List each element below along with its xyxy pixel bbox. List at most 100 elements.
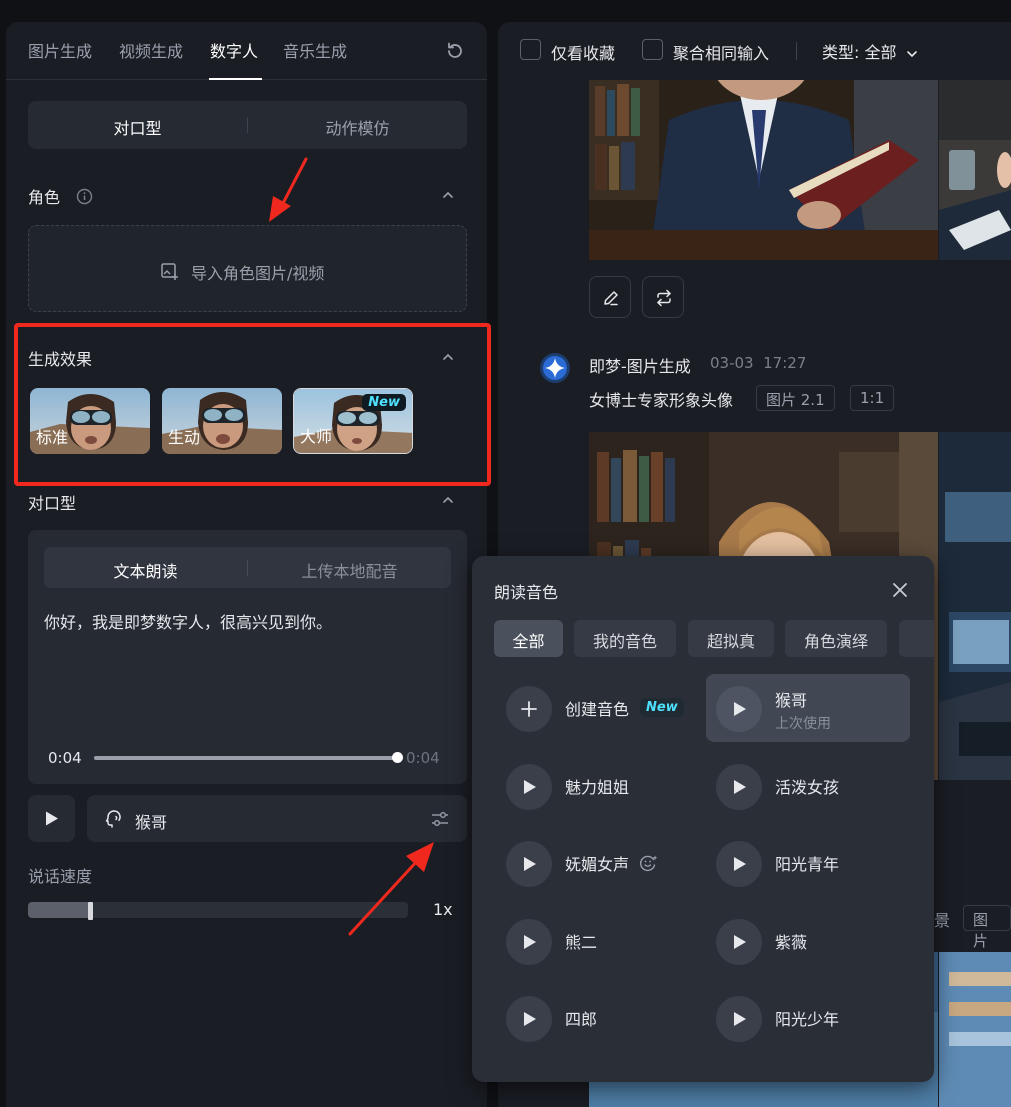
speed-slider-thumb[interactable] bbox=[88, 902, 93, 920]
tts-panel: 文本朗读 上传本地配音 你好，我是即梦数字人，很高兴见到你。 0:04 0:04 bbox=[28, 530, 467, 784]
merge-inputs-label[interactable]: 聚合相同输入 bbox=[673, 40, 769, 64]
type-filter-dropdown[interactable]: 类型: 全部 bbox=[822, 39, 918, 63]
merge-inputs-checkbox[interactable] bbox=[642, 39, 663, 60]
play-icon bbox=[734, 935, 746, 949]
create-voice-button[interactable]: 创建音色 New bbox=[496, 674, 700, 742]
generation-prompt: 女博士专家形象头像 bbox=[589, 391, 734, 410]
photo-content bbox=[939, 432, 1011, 780]
voice-play-circle[interactable] bbox=[716, 996, 762, 1042]
voice-play-circle[interactable] bbox=[716, 919, 762, 965]
play-icon bbox=[734, 780, 746, 794]
active-tab-underline bbox=[209, 78, 262, 80]
speed-slider-fill bbox=[28, 902, 92, 918]
mode-motion-imitation[interactable]: 动作模仿 bbox=[248, 115, 467, 139]
partial-tag: 图片 bbox=[963, 905, 1011, 950]
mode-segment: 对口型 动作模仿 bbox=[28, 101, 467, 149]
left-panel: 图片生成 视频生成 数字人 音乐生成 对口型 动作模仿 角色 导入角色图片/视频… bbox=[6, 22, 491, 1107]
mode-lipsync[interactable]: 对口型 bbox=[28, 115, 247, 139]
voice-name: 熊二 bbox=[565, 933, 598, 952]
voice-option-sunny-boy[interactable]: 阳光少年 bbox=[706, 984, 910, 1052]
dreamina-logo-icon bbox=[540, 353, 570, 383]
play-icon bbox=[734, 857, 746, 871]
voice-settings-icon[interactable] bbox=[429, 808, 451, 830]
generated-image-office[interactable] bbox=[939, 80, 1011, 260]
only-favorites-label[interactable]: 仅看收藏 bbox=[551, 40, 615, 64]
refresh-icon[interactable] bbox=[444, 40, 466, 62]
info-icon[interactable] bbox=[76, 188, 93, 205]
plus-icon bbox=[521, 701, 537, 717]
filter-divider bbox=[796, 42, 797, 60]
new-badge: New bbox=[640, 698, 684, 717]
voice-option-zi-wei[interactable]: 紫薇 bbox=[706, 907, 910, 975]
voice-play-circle[interactable] bbox=[716, 841, 762, 887]
annotation-arrow-icon bbox=[269, 157, 308, 222]
generation-time: 17:27 bbox=[763, 354, 807, 372]
voice-name: 魅力姐姐 bbox=[565, 778, 630, 797]
voice-last-used: 上次使用 bbox=[775, 716, 831, 732]
voice-name: 紫薇 bbox=[775, 933, 808, 952]
close-icon[interactable] bbox=[891, 581, 909, 599]
tab-video-gen[interactable]: 视频生成 bbox=[119, 38, 183, 62]
time-current: 0:04 bbox=[48, 749, 82, 767]
photo-content bbox=[939, 952, 1011, 1107]
voice-option-charming-sister[interactable]: 魅力姐姐 bbox=[496, 752, 700, 820]
voice-option-seductive-female[interactable]: 妩媚女声 bbox=[496, 829, 700, 897]
tts-text-input[interactable]: 你好，我是即梦数字人，很高兴见到你。 bbox=[44, 609, 332, 633]
tab-music-gen[interactable]: 音乐生成 bbox=[283, 38, 347, 62]
filter-bar: 仅看收藏 聚合相同输入 类型: 全部 bbox=[498, 22, 1011, 80]
repeat-icon bbox=[657, 289, 671, 307]
audio-progress-knob[interactable] bbox=[392, 752, 403, 763]
annotation-highlight-box bbox=[14, 323, 491, 486]
play-icon bbox=[524, 935, 536, 949]
image-add-icon bbox=[161, 263, 178, 280]
generated-image-computer-lab[interactable] bbox=[939, 432, 1011, 780]
tab-image-gen[interactable]: 图片生成 bbox=[28, 38, 92, 62]
voice-name: 四郎 bbox=[565, 1010, 598, 1029]
voice-option-sunny-youth[interactable]: 阳光青年 bbox=[706, 829, 910, 897]
voice-name: 猴哥 bbox=[775, 691, 808, 710]
play-icon bbox=[524, 857, 536, 871]
generation-timestamp: 03-03 17:27 bbox=[710, 354, 806, 372]
category-my-voices[interactable]: 我的音色 bbox=[574, 620, 676, 657]
voice-play-circle[interactable] bbox=[506, 764, 552, 810]
generated-image-illustration-shelves[interactable] bbox=[939, 952, 1011, 1107]
voice-play-circle[interactable] bbox=[716, 764, 762, 810]
edit-button[interactable] bbox=[589, 276, 631, 318]
voice-option-xiong-er[interactable]: 熊二 bbox=[496, 907, 700, 975]
collapse-role-icon[interactable] bbox=[442, 189, 454, 201]
play-icon bbox=[734, 702, 746, 716]
voice-option-hou-ge[interactable]: 猴哥 上次使用 bbox=[706, 674, 910, 742]
only-favorites-checkbox[interactable] bbox=[520, 39, 541, 60]
audio-progress-track[interactable] bbox=[94, 756, 398, 760]
voice-option-si-lang[interactable]: 四郎 bbox=[496, 984, 700, 1052]
tts-source-segment: 文本朗读 上传本地配音 bbox=[44, 547, 451, 588]
category-more[interactable] bbox=[899, 620, 934, 657]
annotation-arrow-icon bbox=[348, 842, 434, 936]
category-ultra-real[interactable]: 超拟真 bbox=[688, 620, 774, 657]
role-section-title: 角色 bbox=[28, 188, 61, 207]
play-icon bbox=[524, 1012, 536, 1026]
create-voice-label: 创建音色 bbox=[565, 700, 630, 719]
voice-play-circle[interactable] bbox=[506, 919, 552, 965]
voice-option-lively-girl[interactable]: 活泼女孩 bbox=[706, 752, 910, 820]
pencil-icon bbox=[604, 291, 618, 306]
voice-play-circle[interactable] bbox=[506, 841, 552, 887]
voice-name: 妩媚女声 bbox=[565, 855, 630, 874]
regenerate-button[interactable] bbox=[642, 276, 684, 318]
speed-label: 说话速度 bbox=[28, 867, 93, 886]
tab-upload-audio[interactable]: 上传本地配音 bbox=[248, 558, 451, 582]
generated-image-businessman[interactable] bbox=[589, 80, 938, 260]
tab-digital-human[interactable]: 数字人 bbox=[210, 38, 258, 62]
category-all[interactable]: 全部 bbox=[494, 620, 563, 657]
import-role-dropzone[interactable]: 导入角色图片/视频 bbox=[28, 225, 467, 312]
voice-name: 猴哥 bbox=[135, 813, 168, 832]
ratio-tag: 1:1 bbox=[850, 385, 895, 411]
category-role-play[interactable]: 角色演绎 bbox=[785, 620, 887, 657]
voice-name: 活泼女孩 bbox=[775, 778, 840, 797]
preview-play-button[interactable] bbox=[28, 795, 75, 842]
voice-play-circle[interactable] bbox=[506, 996, 552, 1042]
voice-play-circle[interactable] bbox=[716, 686, 762, 732]
collapse-lipsync-icon[interactable] bbox=[442, 494, 454, 506]
tab-text-reading[interactable]: 文本朗读 bbox=[44, 558, 247, 582]
popup-title: 朗读音色 bbox=[494, 583, 559, 602]
